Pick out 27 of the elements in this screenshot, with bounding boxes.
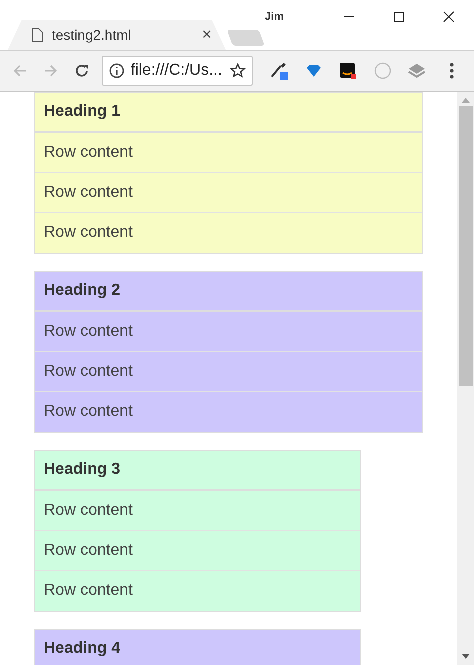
- tab-title: testing2.html: [52, 27, 132, 43]
- close-tab-button[interactable]: ×: [202, 25, 212, 45]
- panel-heading: Heading 1: [35, 93, 422, 133]
- panel-row: Row content: [35, 352, 422, 392]
- panel-row: Row content: [35, 491, 360, 531]
- close-icon[interactable]: [443, 11, 455, 23]
- maximize-icon[interactable]: [393, 11, 405, 23]
- address-text: file:///C:/Us...: [130, 62, 224, 80]
- document-icon: [32, 28, 44, 42]
- info-icon[interactable]: [108, 63, 125, 79]
- panel-row: Row content: [35, 312, 422, 352]
- browser-tab[interactable]: testing2.html ×: [8, 20, 226, 50]
- reload-icon[interactable]: [74, 63, 90, 79]
- scroll-down-arrow-icon[interactable]: [462, 654, 470, 659]
- panel-row: Row content: [35, 133, 422, 173]
- address-bar[interactable]: file:///C:/Us...: [102, 56, 254, 86]
- profile-name[interactable]: Jim: [265, 11, 284, 23]
- panel-heading: Heading 4: [35, 630, 360, 665]
- panel-row-text: Row content: [43, 223, 134, 243]
- panel-heading: Heading 2: [35, 272, 422, 312]
- panel-heading: Heading 3: [35, 451, 360, 491]
- panel-row-text: Row content: [43, 581, 134, 601]
- panel-row: Row content: [35, 531, 360, 571]
- panel-row-text: Row content: [43, 402, 134, 422]
- star-icon[interactable]: [230, 63, 246, 79]
- panel-row: Row content: [35, 173, 422, 213]
- scrollbar[interactable]: [457, 92, 474, 665]
